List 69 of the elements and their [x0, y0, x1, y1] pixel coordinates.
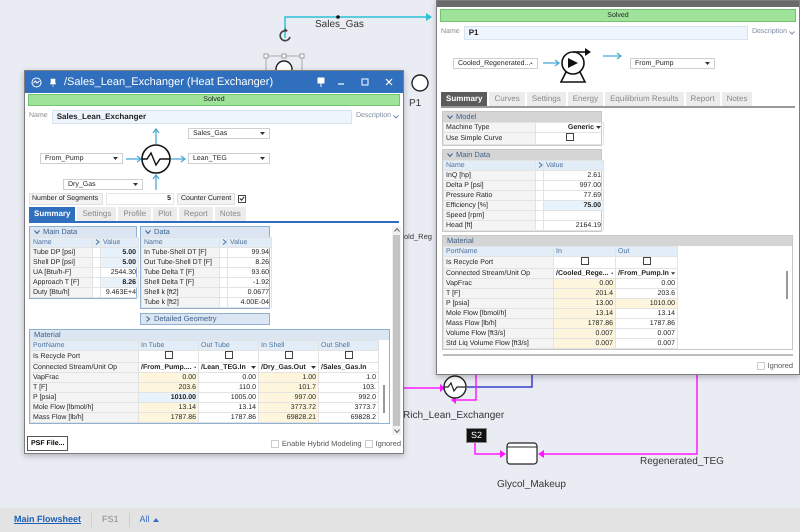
stream-line[interactable]: [404, 384, 445, 392]
chevron-down-icon[interactable]: [145, 229, 151, 235]
scrollbar-thumb[interactable]: [393, 235, 400, 426]
pin-icon[interactable]: [50, 78, 56, 86]
stream-tag[interactable]: S2: [466, 428, 488, 443]
caret-icon: [596, 126, 601, 129]
expand-icon[interactable]: [222, 239, 226, 246]
stream-line[interactable]: [467, 375, 533, 388]
caret-icon: [705, 62, 710, 65]
checkbox[interactable]: [642, 258, 650, 265]
flow-arrow: [171, 155, 186, 163]
unit-label: Glycol_Makeup: [497, 479, 566, 491]
tab[interactable]: Summary: [29, 207, 76, 221]
stream-label: Regenerated_TEG: [640, 456, 724, 468]
flow-arrow: [126, 155, 142, 163]
heat-exchanger-icon[interactable]: [443, 375, 467, 399]
flow-arrow: [603, 52, 622, 60]
caret-icon: [670, 272, 675, 275]
scrollbar-thumb[interactable]: [786, 271, 788, 299]
checkbox[interactable]: [164, 352, 172, 359]
close-icon[interactable]: [385, 78, 393, 86]
chevron-right-icon[interactable]: [145, 316, 151, 322]
stream-line[interactable]: [451, 375, 477, 404]
checkbox[interactable]: [238, 194, 246, 202]
caret-icon: [194, 366, 196, 369]
window-title: /Sales_Lean_Exchanger (Heat Exchanger): [64, 74, 274, 90]
chevron-down-icon[interactable]: [447, 152, 453, 158]
heat-exchanger-icon: [141, 144, 171, 174]
tab[interactable]: Main Flowsheet: [14, 513, 92, 527]
unit-label: Rich_Lean_Exchanger: [403, 410, 504, 422]
flow-arrow: [152, 174, 160, 190]
chevron-down-icon: [393, 114, 399, 118]
caret-icon: [260, 157, 265, 160]
caret-icon: [311, 366, 316, 369]
caret-icon: [260, 132, 265, 135]
chevron-down-icon: [789, 30, 795, 34]
flow-arrow: [152, 128, 160, 144]
checkbox[interactable]: [566, 134, 574, 141]
stream-label: Sales_Gas: [315, 19, 364, 31]
maximize-icon[interactable]: [361, 78, 369, 86]
checkbox[interactable]: [284, 352, 292, 359]
tab[interactable]: Summary: [441, 92, 488, 106]
unit-label: P1: [409, 98, 422, 110]
checkbox[interactable]: [224, 352, 232, 359]
checkbox[interactable]: [344, 352, 352, 359]
caret-up-icon: [152, 518, 159, 522]
rotate-icon[interactable]: [279, 28, 291, 42]
expand-icon[interactable]: [538, 162, 542, 168]
scroll-up-icon[interactable]: [394, 228, 400, 232]
caret-icon: [610, 272, 613, 275]
chevron-down-icon[interactable]: [447, 114, 453, 120]
expand-icon[interactable]: [95, 239, 100, 246]
name-field[interactable]: P1: [464, 26, 748, 40]
name-field[interactable]: Sales_Lean_Exchanger: [52, 110, 352, 124]
flow-arrow: [543, 59, 560, 67]
scrollbar-thumb[interactable]: [383, 385, 385, 413]
chevron-down-icon[interactable]: [34, 229, 40, 235]
caret-icon: [133, 183, 138, 186]
caret-icon: [530, 62, 533, 65]
pin-icon[interactable]: [317, 77, 325, 87]
scrollbar[interactable]: [392, 226, 401, 435]
checkbox[interactable]: [580, 258, 588, 265]
vessel-icon[interactable]: [506, 442, 538, 465]
stream-line[interactable]: [284, 13, 432, 38]
menu-tab[interactable]: All: [140, 513, 169, 527]
gauge-icon: [31, 76, 42, 88]
caret-icon: [113, 157, 118, 160]
caret-icon: [251, 366, 256, 369]
scroll-down-icon[interactable]: [394, 429, 400, 433]
